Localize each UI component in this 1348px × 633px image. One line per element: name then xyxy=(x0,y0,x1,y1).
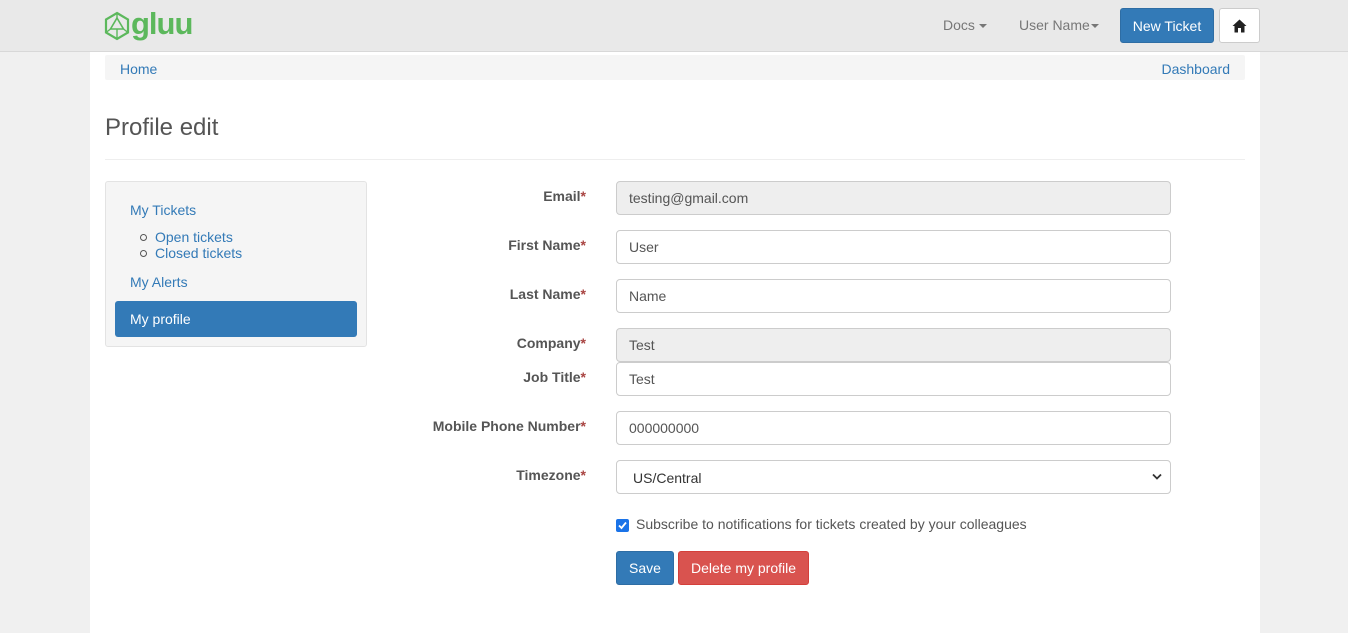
sidebar-item-open-tickets[interactable]: Open tickets xyxy=(155,229,233,245)
first-name-label: First Name* xyxy=(508,237,586,253)
mobile-phone-field[interactable] xyxy=(616,411,1171,445)
subscribe-checkbox[interactable] xyxy=(616,519,629,532)
email-field[interactable] xyxy=(616,181,1171,215)
breadcrumb-home-link[interactable]: Home xyxy=(120,61,157,77)
ticket-sub-list: Open tickets Closed tickets xyxy=(140,229,242,261)
sidebar-item-closed-tickets[interactable]: Closed tickets xyxy=(155,245,242,261)
page-title: Profile edit xyxy=(105,114,219,141)
gluu-logo-icon xyxy=(104,11,130,41)
sidebar-item-my-profile[interactable]: My profile xyxy=(115,301,357,337)
sidebar-item-my-tickets[interactable]: My Tickets xyxy=(130,202,196,218)
new-ticket-button[interactable]: New Ticket xyxy=(1120,8,1214,43)
required-marker: * xyxy=(580,237,586,253)
first-name-field[interactable] xyxy=(616,230,1171,264)
required-marker: * xyxy=(580,188,586,204)
main-container: Home Dashboard Profile edit My Tickets O… xyxy=(90,52,1260,633)
required-marker: * xyxy=(580,418,586,434)
first-name-label-text: First Name xyxy=(508,237,581,253)
delete-profile-button[interactable]: Delete my profile xyxy=(678,551,809,585)
logo-text: gluu xyxy=(131,6,193,41)
job-title-label-text: Job Title xyxy=(523,369,581,385)
docs-label: Docs xyxy=(943,17,975,33)
email-label: Email* xyxy=(543,188,586,204)
company-field[interactable] xyxy=(616,328,1171,362)
company-label: Company* xyxy=(517,335,586,351)
user-name-label: User Name xyxy=(1019,17,1090,33)
breadcrumb-dashboard-link[interactable]: Dashboard xyxy=(1162,61,1231,77)
breadcrumb: Home Dashboard xyxy=(105,55,1245,80)
required-marker: * xyxy=(580,335,586,351)
job-title-field[interactable] xyxy=(616,362,1171,396)
mobile-phone-label-text: Mobile Phone Number xyxy=(432,418,581,434)
home-icon xyxy=(1232,19,1247,32)
timezone-label-text: Timezone xyxy=(516,467,581,483)
subscribe-label[interactable]: Subscribe to notifications for tickets c… xyxy=(636,516,1027,532)
timezone-label: Timezone* xyxy=(516,467,586,483)
last-name-field[interactable] xyxy=(616,279,1171,313)
sidebar-item-my-alerts[interactable]: My Alerts xyxy=(130,274,188,290)
caret-down-icon xyxy=(1090,24,1099,29)
required-marker: * xyxy=(580,286,586,302)
title-divider xyxy=(105,159,1245,160)
sub-list-item: Open tickets xyxy=(140,229,242,245)
timezone-selected-value: US/Central xyxy=(633,470,702,486)
save-button[interactable]: Save xyxy=(616,551,674,585)
checkmark-icon xyxy=(618,521,627,530)
timezone-select[interactable]: US/Central xyxy=(616,460,1171,494)
top-navbar: gluu Docs User Name New Ticket xyxy=(0,0,1348,52)
email-label-text: Email xyxy=(543,188,581,204)
mobile-phone-label: Mobile Phone Number* xyxy=(433,418,586,434)
gluu-logo[interactable]: gluu xyxy=(104,6,193,41)
sub-list-item: Closed tickets xyxy=(140,245,242,261)
required-marker: * xyxy=(580,369,586,385)
company-label-text: Company xyxy=(516,335,581,351)
chevron-down-icon xyxy=(1152,473,1162,480)
home-button[interactable] xyxy=(1219,8,1260,43)
last-name-label-text: Last Name xyxy=(509,286,581,302)
user-dropdown[interactable]: User Name xyxy=(1019,17,1099,33)
sidebar-nav: My Tickets Open tickets Closed tickets M… xyxy=(105,181,367,347)
job-title-label: Job Title* xyxy=(523,369,586,385)
required-marker: * xyxy=(580,467,586,483)
last-name-label: Last Name* xyxy=(510,286,586,302)
docs-dropdown[interactable]: Docs xyxy=(943,17,987,33)
caret-down-icon xyxy=(978,24,987,29)
